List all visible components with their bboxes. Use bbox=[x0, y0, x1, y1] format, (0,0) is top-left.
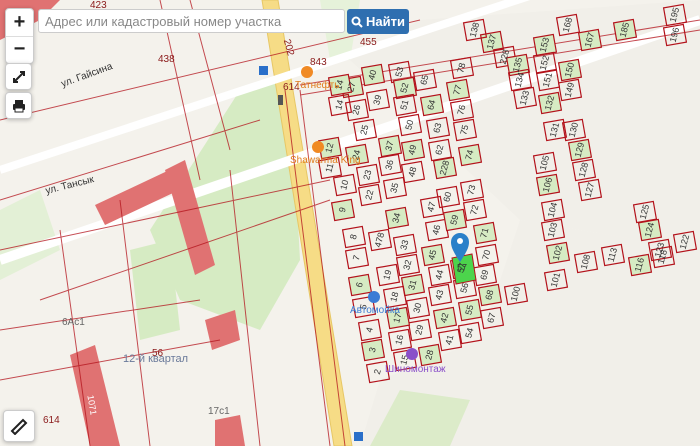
parcel-number: 36 bbox=[383, 159, 395, 171]
parcel-number: 438 bbox=[158, 54, 175, 65]
parcel-number: 478 bbox=[373, 231, 387, 248]
parcel-number: 7 bbox=[351, 254, 362, 261]
parcel-number: 47 bbox=[425, 201, 437, 213]
bus-stop-icon bbox=[259, 66, 268, 75]
parcel-number: 26 bbox=[350, 104, 362, 116]
building-label: 6Ас1 bbox=[62, 317, 85, 328]
parcel-number: 33 bbox=[398, 239, 410, 251]
poi-tire[interactable]: Шиномонтаж bbox=[385, 364, 446, 375]
parcel-number: 30 bbox=[411, 302, 423, 314]
expand-icon bbox=[12, 70, 25, 83]
parcel-number: 60 bbox=[441, 191, 453, 203]
print-button[interactable] bbox=[5, 92, 32, 119]
zoom-control: + − bbox=[5, 8, 34, 64]
parcel-number: 39 bbox=[371, 94, 383, 106]
tire-icon bbox=[406, 348, 418, 360]
parcel-number: 14 bbox=[333, 99, 345, 111]
parcel-number: 23 bbox=[361, 169, 373, 181]
poi-carwash[interactable]: Автомойка bbox=[350, 305, 400, 316]
parcel-number: 32 bbox=[401, 259, 413, 271]
bus-stop-icon bbox=[354, 432, 363, 441]
food-icon bbox=[312, 141, 324, 153]
parcel-number: 43 bbox=[433, 289, 445, 301]
building-label: 17с1 bbox=[208, 406, 230, 417]
parcel-number: 73 bbox=[465, 184, 477, 196]
zoom-in-button[interactable]: + bbox=[6, 9, 33, 37]
parcel-number: 35 bbox=[388, 182, 400, 194]
parcel-number: 48 bbox=[406, 166, 418, 178]
printer-icon bbox=[12, 99, 25, 112]
parcel-number: 455 bbox=[360, 37, 377, 48]
poi-shawarma[interactable]: Shawarma King bbox=[290, 155, 361, 166]
measure-button[interactable] bbox=[3, 410, 35, 442]
parcel-number: 614 bbox=[43, 415, 60, 426]
search-icon bbox=[351, 16, 363, 28]
parcel-number: 69 bbox=[478, 269, 490, 281]
parcel-number: 18 bbox=[388, 291, 400, 303]
parcel-number: 41 bbox=[443, 334, 455, 346]
ruler-icon bbox=[10, 418, 28, 435]
parcel-number: 29 bbox=[413, 324, 425, 336]
parcel-number: 19 bbox=[381, 269, 393, 281]
parcel-number: 56 bbox=[458, 282, 470, 294]
parcel-number: 44 bbox=[433, 269, 445, 281]
poi-tatneft[interactable]: Татнефть bbox=[295, 80, 339, 91]
parcel-number: 4 bbox=[364, 326, 375, 333]
traffic-light-icon bbox=[278, 95, 283, 105]
parcel-number: 2 bbox=[372, 368, 383, 375]
fullscreen-button[interactable] bbox=[5, 63, 32, 90]
parcel-number: 843 bbox=[310, 57, 327, 68]
carwash-icon bbox=[368, 291, 380, 303]
search-button[interactable]: Найти bbox=[347, 9, 409, 34]
search-input[interactable] bbox=[38, 9, 345, 33]
zoom-out-button[interactable]: − bbox=[6, 37, 33, 64]
parcel-number: 22 bbox=[363, 189, 375, 201]
parcel-number: 70 bbox=[480, 249, 492, 261]
parcel-number: 56 bbox=[152, 348, 164, 359]
parcel-number: 72 bbox=[468, 204, 480, 216]
selected-parcel-number: 57 bbox=[457, 262, 467, 272]
parcel-number: 46 bbox=[430, 224, 442, 236]
parcel-number: 16 bbox=[393, 334, 405, 346]
search-button-label: Найти bbox=[366, 14, 405, 29]
parcel-number: 54 bbox=[463, 327, 475, 339]
parcel-number: 8 bbox=[348, 233, 359, 240]
parcel-number: 10 bbox=[338, 179, 350, 191]
